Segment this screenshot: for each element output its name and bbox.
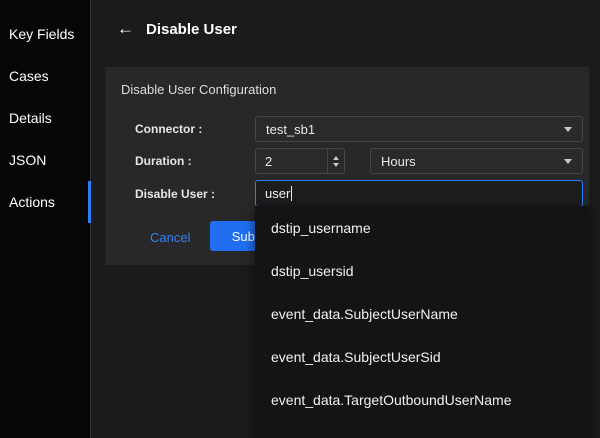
- sidebar-item-label: JSON: [9, 152, 46, 168]
- connector-selected-value: test_sb1: [266, 122, 315, 137]
- step-down-icon[interactable]: [333, 163, 339, 167]
- panel-title: Disable User Configuration: [121, 82, 276, 97]
- disable-user-input[interactable]: user: [255, 180, 583, 207]
- chevron-down-icon: [564, 127, 572, 132]
- sidebar-item-label: Actions: [9, 194, 55, 210]
- chevron-down-icon: [564, 159, 572, 164]
- duration-label: Duration :: [135, 154, 192, 168]
- disable-user-label: Disable User :: [135, 187, 215, 201]
- sidebar-item-key-fields[interactable]: Key Fields: [0, 13, 90, 55]
- cancel-button[interactable]: Cancel: [150, 230, 190, 245]
- duration-stepper[interactable]: 2: [255, 148, 345, 174]
- sidebar-item-details[interactable]: Details: [0, 97, 90, 139]
- sidebar-item-label: Details: [9, 110, 52, 126]
- sidebar-item-json[interactable]: JSON: [0, 139, 90, 181]
- page-title: Disable User: [146, 21, 237, 38]
- duration-unit-value: Hours: [381, 154, 416, 169]
- sidebar-item-label: Cases: [9, 68, 49, 84]
- disable-user-input-value: user: [265, 186, 290, 201]
- connector-select[interactable]: test_sb1: [255, 116, 583, 142]
- sidebar: Key Fields Cases Details JSON Actions: [0, 0, 91, 438]
- connector-label: Connector :: [135, 122, 202, 136]
- suggestion-item[interactable]: event_data.SubjectUserSid: [255, 335, 589, 378]
- step-up-icon[interactable]: [333, 156, 339, 160]
- disable-user-screen: Key Fields Cases Details JSON Actions ← …: [0, 0, 600, 438]
- duration-value: 2: [256, 154, 327, 169]
- suggestion-item[interactable]: event_data.TargetOutboundUserName: [255, 378, 589, 421]
- sidebar-item-actions[interactable]: Actions: [0, 181, 90, 223]
- sidebar-item-label: Key Fields: [9, 26, 74, 42]
- sidebar-item-cases[interactable]: Cases: [0, 55, 90, 97]
- suggestion-item[interactable]: dstip_usersid: [255, 249, 589, 292]
- active-tab-indicator: [88, 181, 91, 223]
- back-arrow-icon[interactable]: ←: [117, 19, 134, 39]
- duration-unit-select[interactable]: Hours: [370, 148, 583, 174]
- autocomplete-dropdown: dstip_username dstip_usersid event_data.…: [255, 206, 589, 438]
- suggestion-item[interactable]: event_data.SubjectUserName: [255, 292, 589, 335]
- text-cursor: [291, 186, 292, 201]
- suggestion-item[interactable]: dstip_username: [255, 206, 589, 249]
- stepper-arrows[interactable]: [327, 149, 344, 173]
